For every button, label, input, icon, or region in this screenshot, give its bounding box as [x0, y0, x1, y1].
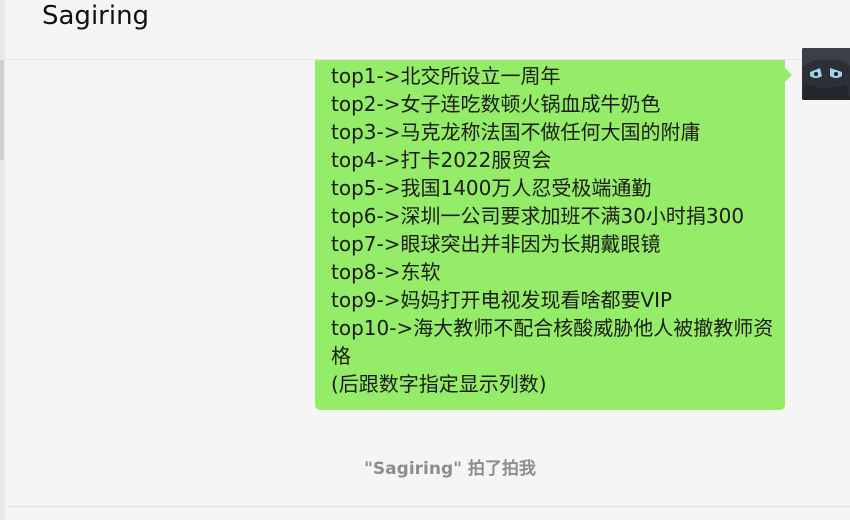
message-line: top6->深圳一公司要求加班不满30小时捐300	[331, 204, 745, 228]
scrollbar-thumb[interactable]	[0, 60, 4, 160]
message-line: top2->女子连吃数顿火锅血成牛奶色	[331, 92, 661, 116]
message-line: top10->海大教师不配合核酸威胁他人被撤教师资格	[331, 316, 774, 368]
message-line: top8->东软	[331, 260, 441, 284]
chat-title: Sagiring	[42, 1, 150, 31]
message-bubble[interactable]: top1->北交所设立一周年 top2->女子连吃数顿火锅血成牛奶色 top3-…	[315, 60, 785, 410]
system-notice: "Sagiring" 拍了拍我	[364, 459, 536, 479]
message-line: top5->我国1400万人忍受极端通勤	[331, 176, 652, 200]
message-line: top4->打卡2022服贸会	[331, 148, 552, 172]
message-line: top3->马克龙称法国不做任何大国的附庸	[331, 120, 701, 144]
message-line: (后跟数字指定显示列数)	[331, 372, 547, 396]
avatar[interactable]	[802, 48, 850, 100]
divider	[6, 506, 850, 507]
avatar-icon	[802, 48, 850, 100]
message-line: top7->眼球突出并非因为长期戴眼镜	[331, 232, 661, 256]
chat-header: Sagiring	[6, 0, 850, 60]
message-line: top9->妈妈打开电视发现看啥都要VIP	[331, 288, 673, 312]
bubble-tail	[785, 68, 792, 82]
message-line: top1->北交所设立一周年	[331, 64, 561, 88]
